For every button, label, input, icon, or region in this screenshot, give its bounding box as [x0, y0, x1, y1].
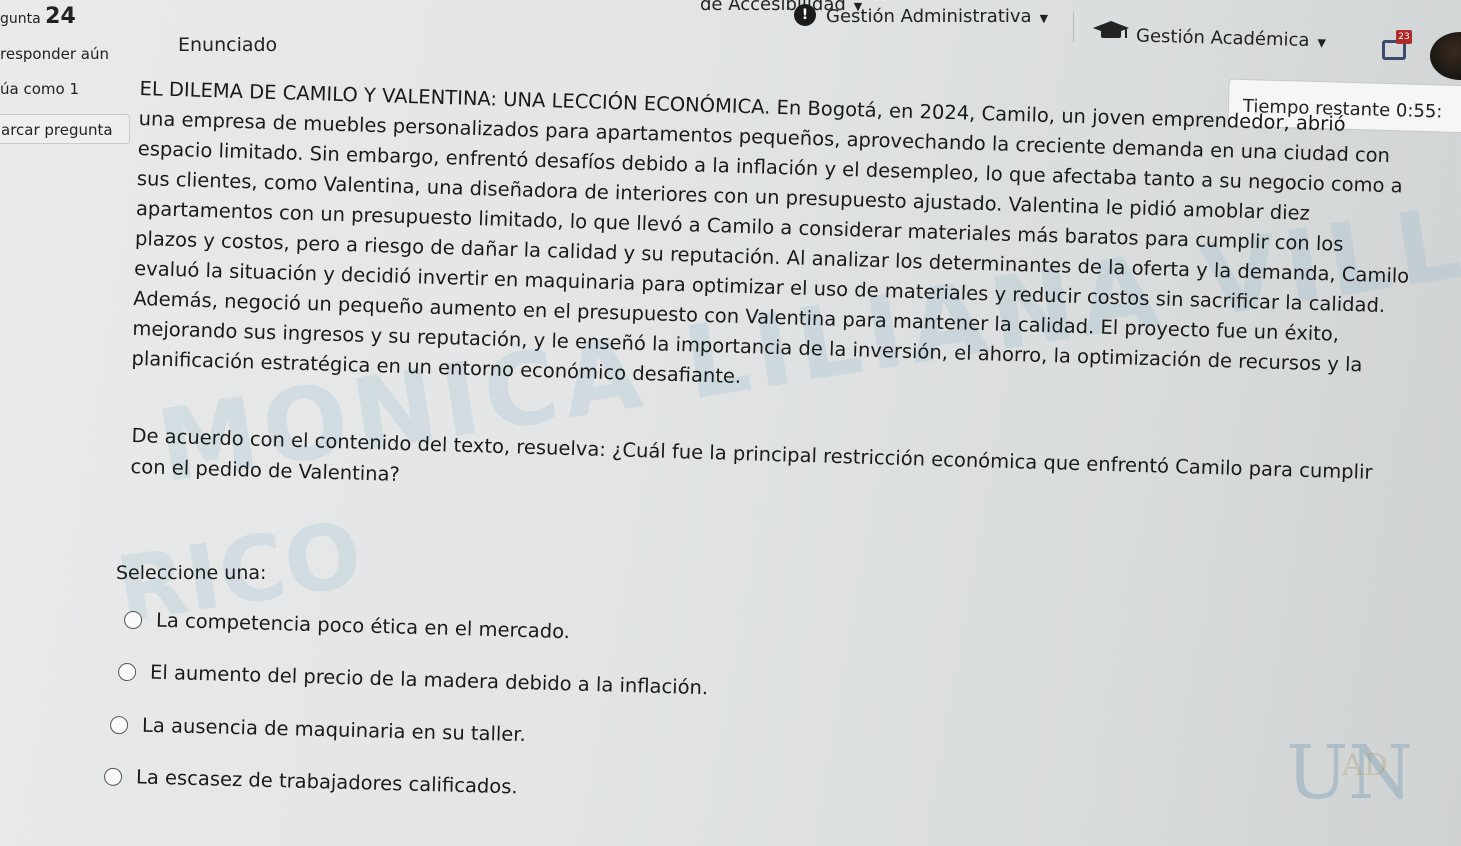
question-status: responder aún: [0, 45, 109, 63]
academic-menu-label: Gestión Académica: [1135, 25, 1310, 52]
radio-button[interactable]: [123, 610, 143, 629]
notification-badge: 23: [1396, 30, 1412, 44]
radio-button[interactable]: [103, 767, 123, 786]
flag-question-button[interactable]: arcar pregunta: [0, 114, 130, 144]
answer-option-a[interactable]: La competencia poco ética en el mercado.: [123, 608, 571, 644]
logo-text-accent: AD: [1342, 748, 1388, 783]
university-logo: UN AD: [1286, 730, 1456, 820]
nav-divider: [1073, 12, 1074, 42]
radio-button[interactable]: [117, 662, 137, 681]
graduation-cap-icon: [1093, 21, 1129, 38]
question-prompt: De acuerdo con el contenido del texto, r…: [130, 420, 1451, 521]
select-prompt: Seleccione una:: [116, 562, 267, 584]
option-label: La escasez de trabajadores calificados.: [135, 765, 518, 799]
answer-option-b[interactable]: El aumento del precio de la madera debid…: [117, 660, 709, 700]
question-number: gunta 24: [0, 4, 76, 29]
radio-button[interactable]: [109, 715, 129, 734]
answer-option-d[interactable]: La escasez de trabajadores calificados.: [103, 765, 518, 799]
question-prefix: gunta: [0, 11, 41, 27]
avatar[interactable]: [1430, 32, 1461, 80]
section-title: Enunciado: [178, 34, 278, 56]
alert-icon: !: [794, 4, 816, 26]
option-label: La ausencia de maquinaria en su taller.: [141, 713, 527, 747]
top-navigation-bar: de Accesibilidad ▼ ! Gestión Administrati…: [0, 0, 1461, 80]
question-number-value: 24: [45, 4, 76, 29]
question-score: úa como 1: [0, 80, 79, 98]
chevron-down-icon: ▼: [1039, 12, 1049, 25]
answer-option-c[interactable]: La ausencia de maquinaria en su taller.: [109, 713, 527, 747]
option-label: El aumento del precio de la madera debid…: [149, 660, 709, 700]
option-label: La competencia poco ética en el mercado.: [155, 608, 571, 644]
academic-management-menu[interactable]: Gestión Académica ▼: [1136, 26, 1326, 52]
admin-menu-label: Gestión Administrativa: [826, 6, 1032, 27]
admin-management-menu[interactable]: Gestión Administrativa ▼: [826, 6, 1048, 27]
question-statement: EL DILEMA DE CAMILO Y VALENTINA: UNA LEC…: [131, 74, 1461, 414]
chevron-down-icon: ▼: [1317, 36, 1327, 50]
accessibility-label: de Accesibilidad: [700, 0, 846, 15]
